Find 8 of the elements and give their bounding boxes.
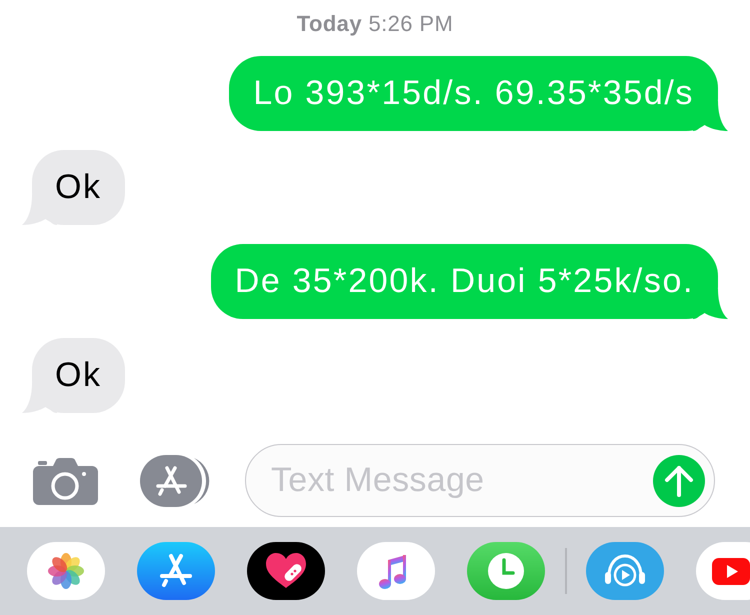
sent-message: Lo 393*15d/s. 69.35*35d/s	[229, 56, 728, 131]
received-message: Ok	[22, 150, 125, 225]
received-message: Ok	[22, 338, 125, 413]
arrow-up-icon	[664, 464, 694, 496]
sent-message: De 35*200k. Duoi 5*25k/so.	[210, 244, 728, 319]
letter-a-icon[interactable]	[140, 454, 210, 506]
camera-icon[interactable]	[33, 456, 98, 504]
timestamp: Today 5:26 PM	[296, 11, 454, 37]
